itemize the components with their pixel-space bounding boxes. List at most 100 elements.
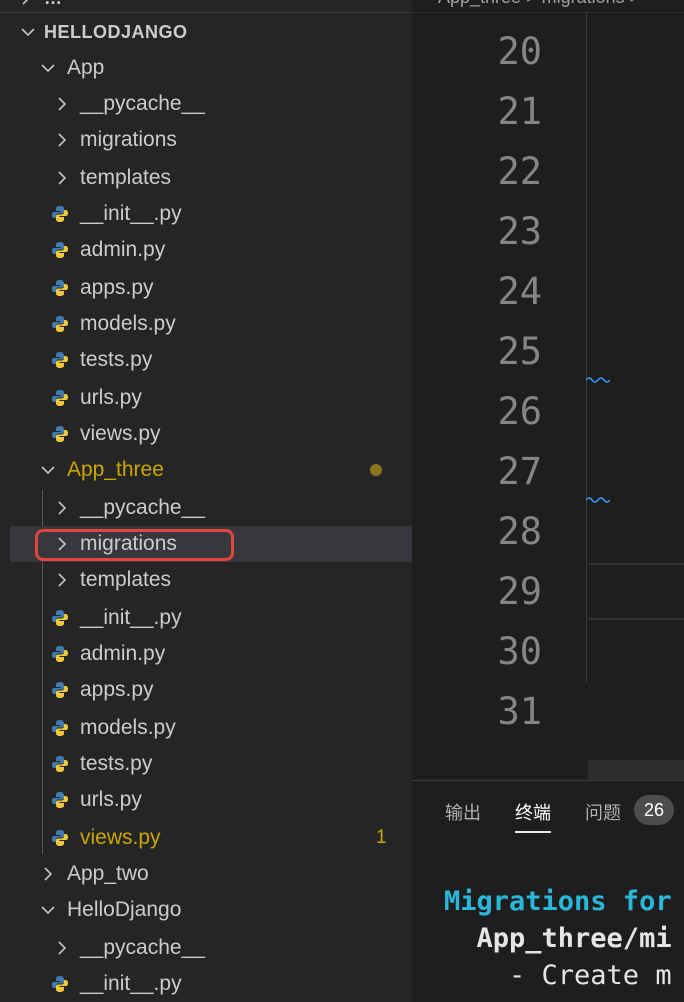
line-number: 30 [497,630,542,673]
folder-label: __pycache__ [80,496,205,519]
file-app-three-admin[interactable]: admin.py [10,636,412,672]
python-file-icon [52,426,68,442]
folder-app-three[interactable]: App_three [10,452,412,488]
folder-label: __pycache__ [80,936,205,959]
file-app-admin[interactable]: admin.py [10,232,412,268]
tree-root-label: HELLODJANGO [44,22,188,42]
file-label: urls.py [80,788,142,811]
python-file-icon [52,646,68,662]
file-app-three-views[interactable]: views.py 1 [10,820,412,856]
file-label: views.py [80,422,161,445]
file-app-views[interactable]: views.py [10,416,412,452]
chevron-right-icon [58,97,67,111]
folder-hellodjango[interactable]: HelloDjango [10,892,412,928]
folder-label: App_three [67,458,164,481]
file-label: __init__.py [80,202,182,225]
file-app-three-apps[interactable]: apps.py [10,672,412,708]
line-number: 23 [497,210,542,253]
file-label: __init__.py [80,972,182,995]
tab-problems[interactable]: 问题 [585,799,621,825]
line-number: 29 [497,570,542,613]
python-file-icon [52,352,68,368]
folder-label: App_two [67,862,149,885]
folder-label: migrations [80,128,177,151]
warning-squiggle-icon [586,497,610,503]
current-line-highlight [588,563,684,620]
python-file-icon [52,242,68,258]
terminal-line: App_three/mi [444,923,672,954]
file-app-three-urls[interactable]: urls.py [10,782,412,818]
python-file-icon [52,206,68,222]
python-file-icon [52,610,68,626]
file-app-three-init[interactable]: __init__.py [10,600,412,636]
chevron-down-icon [41,466,55,475]
breadcrumb-path: App_three > migrations > [438,0,640,8]
python-file-icon [52,316,68,332]
line-number: 20 [497,30,542,73]
line-number: 27 [497,450,542,493]
file-app-three-tests[interactable]: tests.py [10,746,412,782]
explorer-sidebar: … HELLODJANGO App __pycache__ migrations… [0,0,412,1002]
file-label: views.py [80,826,161,849]
python-file-icon [52,976,68,992]
chevron-right-icon [58,941,67,955]
tree-root-hellodjango[interactable]: HELLODJANGO [10,14,412,50]
line-number: 26 [497,390,542,433]
file-hellodjango-init[interactable]: __init__.py [10,966,412,1002]
horizontal-scrollbar[interactable] [588,760,684,780]
explorer-header-strip[interactable]: … [0,0,412,13]
warning-squiggle-icon [586,377,610,383]
chevron-right-icon [58,171,67,185]
folder-app[interactable]: App [10,50,412,86]
folder-app-three-templates[interactable]: templates [10,562,412,598]
line-number: 21 [497,90,542,133]
file-label: admin.py [80,238,166,261]
file-label: admin.py [80,642,166,665]
terminal-line: Migrations for [444,886,672,917]
file-label: tests.py [80,348,153,371]
chevron-right-icon [58,573,67,587]
chevron-down-icon [21,28,35,37]
folder-app-pycache[interactable]: __pycache__ [10,86,412,122]
python-file-icon [52,830,68,846]
chevron-right-icon [58,501,67,515]
chevron-down-icon [41,64,55,73]
chevron-right-icon [22,0,29,5]
python-file-icon [52,720,68,736]
file-app-tests[interactable]: tests.py [10,342,412,378]
line-number: 28 [497,510,542,553]
chevron-right-icon [58,133,67,147]
file-label: urls.py [80,386,142,409]
line-number: 24 [497,270,542,313]
line-number: 31 [497,690,542,733]
file-label: __init__.py [80,606,182,629]
file-app-urls[interactable]: urls.py [10,380,412,416]
breadcrumb[interactable]: App_three > migrations > [412,0,684,13]
folder-app-templates[interactable]: templates [10,160,412,196]
chevron-right-icon [44,867,53,881]
folder-app-migrations[interactable]: migrations [10,122,412,158]
python-file-icon [52,390,68,406]
explorer-header-label: … [44,0,62,9]
file-app-models[interactable]: models.py [10,306,412,342]
folder-label: HelloDjango [67,898,182,921]
file-label: apps.py [80,276,154,299]
file-app-three-models[interactable]: models.py [10,710,412,746]
folder-label: App [67,56,105,79]
folder-label: __pycache__ [80,92,205,115]
line-number: 25 [497,330,542,373]
file-label: apps.py [80,678,154,701]
file-label: models.py [80,716,176,739]
tab-output[interactable]: 输出 [445,799,481,825]
python-file-icon [52,756,68,772]
folder-hellodjango-pycache[interactable]: __pycache__ [10,930,412,966]
folder-app-two[interactable]: App_two [10,856,412,892]
file-app-init[interactable]: __init__.py [10,196,412,232]
tab-terminal[interactable]: 终端 [515,799,551,833]
python-file-icon [52,682,68,698]
problem-count-badge: 1 [376,827,387,848]
python-file-icon [52,792,68,808]
folder-app-three-pycache[interactable]: __pycache__ [10,490,412,526]
file-app-apps[interactable]: apps.py [10,270,412,306]
editor-gutter: 20 21 22 23 24 25 26 27 28 29 30 31 [412,0,684,780]
